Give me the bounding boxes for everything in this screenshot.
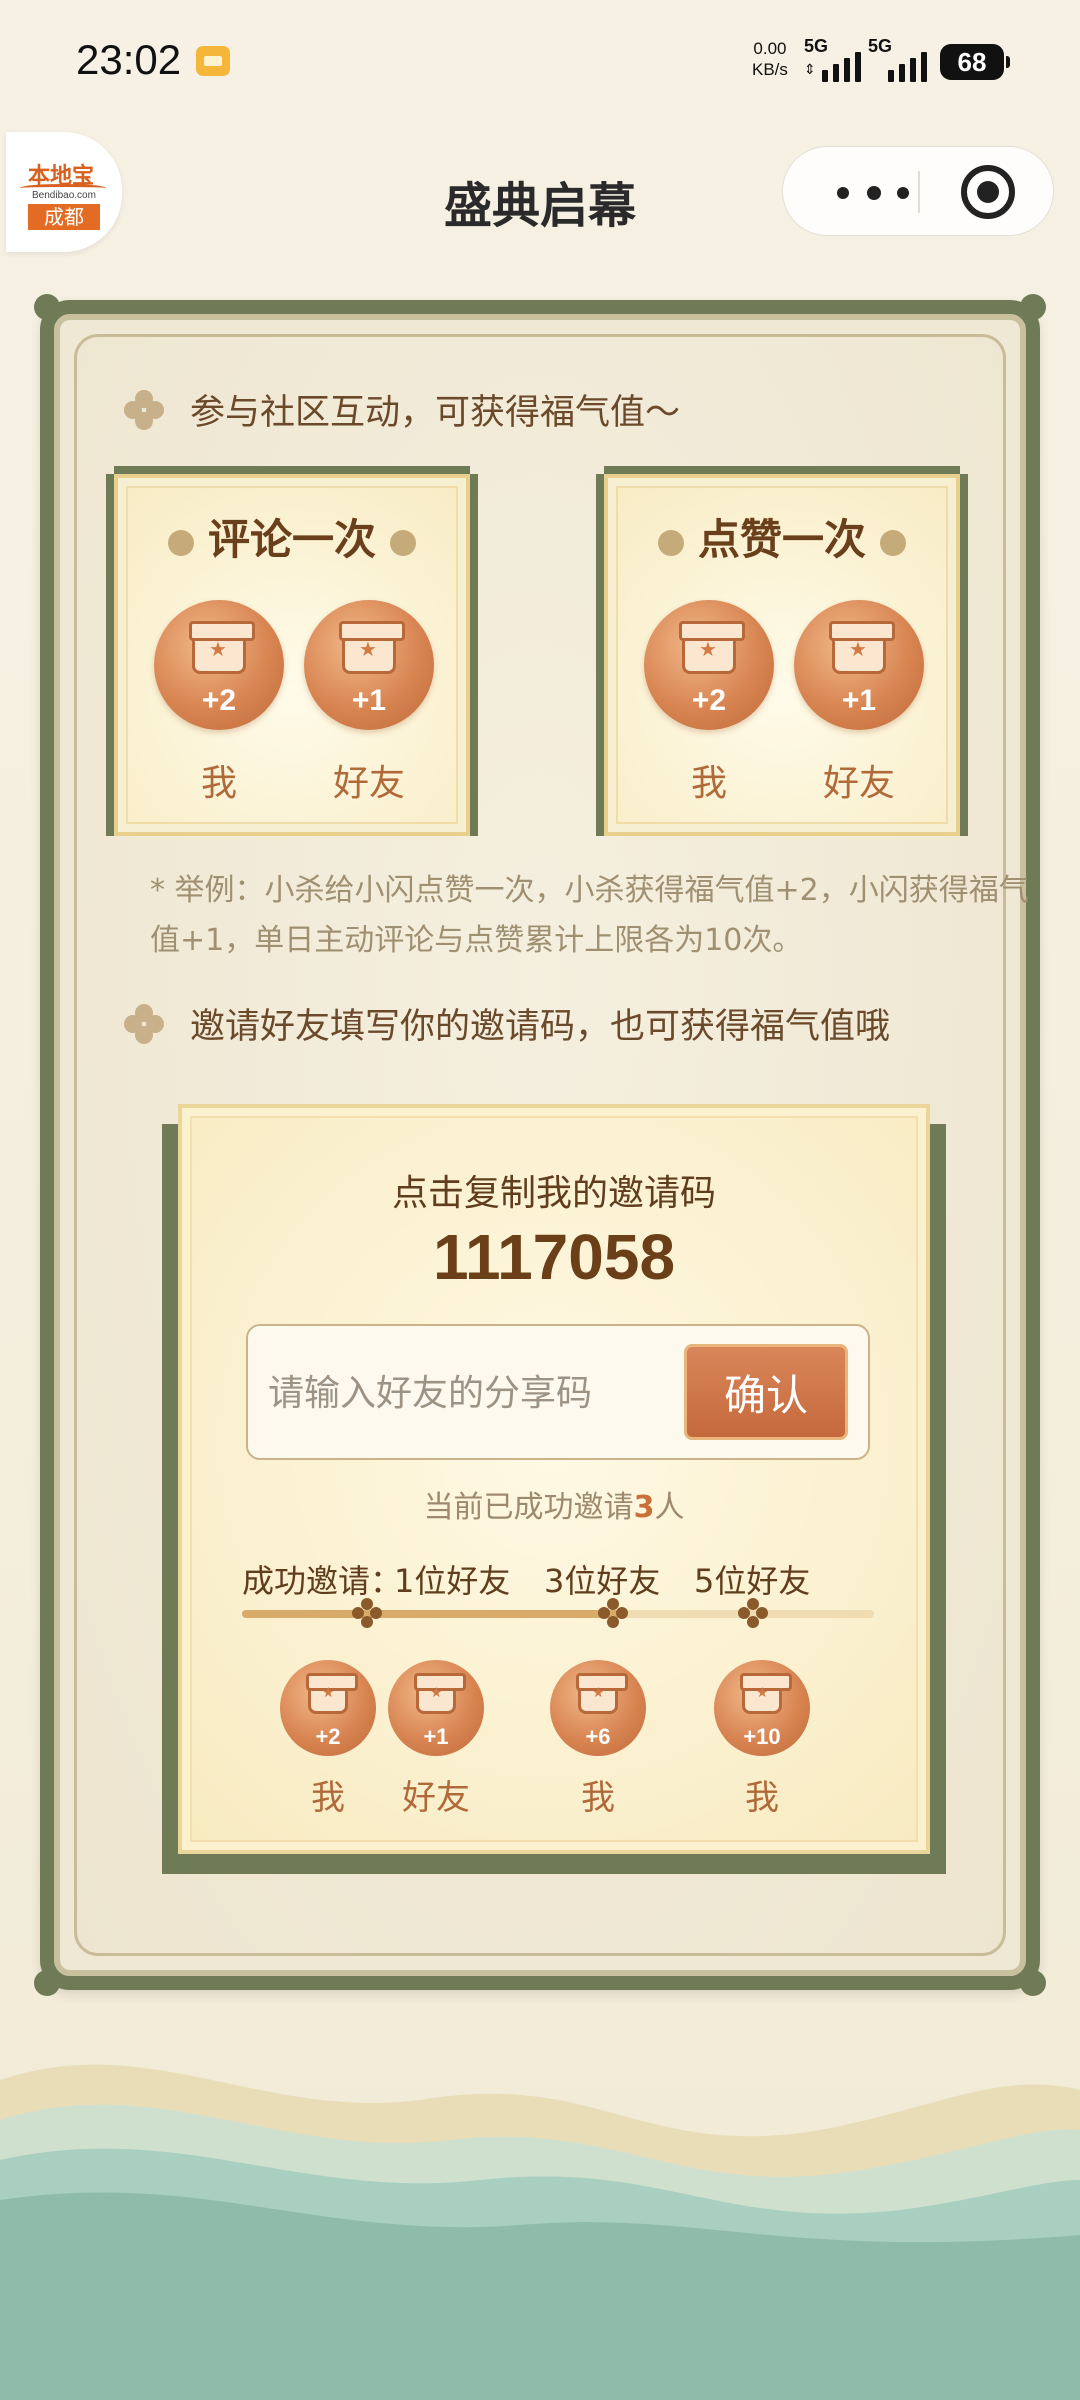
gift-box-shape [829,621,895,674]
reward-recipient-label: 我 [745,1778,779,1818]
reward-value: +6 [585,1724,611,1749]
milestone-label: 成功邀请： [242,1562,403,1600]
gift-box-shape [576,1673,628,1714]
share-code-input[interactable] [268,1356,658,1430]
reward-value: +1 [841,684,877,717]
section-heading-invite: 邀请好友填写你的邀请码，也可获得福气值哦 [124,998,890,1049]
gift-box-icon: +1 [794,600,924,730]
reward-value: +2 [315,1724,341,1749]
reward-value: +2 [691,684,727,717]
data-arrows-icon: ⇕ [804,62,816,78]
invite-progress-track [242,1598,874,1628]
copy-code-label[interactable]: 点击复制我的邀请码 [182,1164,926,1216]
frame-corner [34,1970,60,1996]
reward-card-like: 点赞一次 +2 +1 我 好友 [604,474,960,836]
gift-box-icon: +2 [154,600,284,730]
gift-box-icon: +1 [388,1660,484,1756]
ornament-icon [167,529,194,556]
status-bar: 23:02 0.00 KB/s 5G ⇕ 5G 68 [0,0,1080,120]
network-speed: 0.00 KB/s [752,38,788,80]
signal-icon [822,50,861,82]
frame-corner [34,294,60,320]
invited-prefix: 当前已成功邀请 [423,1490,634,1525]
example-note: * 举例：小杀给小闪点赞一次，小杀获得福气值+2，小闪获得福气值+1，单日主动评… [150,873,1029,958]
status-time: 23:02 [76,36,182,83]
reward-recipient-label: 我 [200,763,237,804]
card-title: 点赞一次 [608,506,956,567]
gift-box-icon: +6 [550,1660,646,1756]
card-title: 评论一次 [118,506,466,567]
ornament-icon [657,529,684,556]
invite-progress-fill [242,1610,622,1618]
wave-illustration [0,2064,1080,2400]
clover-icon [124,389,164,430]
card-title-text: 评论一次 [207,515,376,564]
gift-box-shape [679,621,745,674]
speed-unit: KB/s [752,60,788,79]
battery-icon: 68 [940,44,1010,80]
gift-box-shape [339,621,405,674]
section-heading-text: 参与社区互动，可获得福气值～ [190,393,681,433]
invited-suffix: 人 [654,1490,685,1525]
gift-box-shape [414,1673,466,1714]
reward-card-comment: 评论一次 +2 +1 我 好友 [114,474,470,836]
invited-count: 3 [633,1490,655,1525]
gift-box-shape [189,621,255,674]
frame-corner [1020,294,1046,320]
reward-recipient-label: 好友 [402,1778,470,1818]
more-icon[interactable] [823,167,923,217]
reward-value: +10 [743,1724,781,1749]
gift-box-icon: +2 [644,600,774,730]
invited-count-text: 当前已成功邀请3人 [182,1482,926,1526]
section-heading-interaction: 参与社区互动，可获得福气值～ [124,384,680,435]
reward-recipient-label: 我 [690,763,727,804]
clover-icon [124,1003,164,1044]
gift-box-icon: +1 [304,600,434,730]
section-heading-text: 邀请好友填写你的邀请码，也可获得福气值哦 [190,1007,891,1047]
reward-value: +1 [423,1724,449,1749]
ornament-icon [880,529,906,556]
milestone-node-icon [598,1598,628,1628]
close-capsule-icon[interactable] [961,165,1015,219]
speed-value: 0.00 [753,39,787,58]
reward-recipient-label: 好友 [822,763,895,804]
reward-recipient-label: 好友 [332,763,405,804]
milestone-node-icon [352,1598,382,1628]
share-code-row: 确认 [246,1324,870,1460]
reward-value: +2 [201,684,237,717]
gift-box-shape [740,1673,792,1714]
ornament-icon [390,529,416,556]
activity-frame: 参与社区互动，可获得福气值～ 评论一次 +2 +1 我 好友 点赞一次 +2 +… [34,294,1046,1996]
capsule-divider [918,171,920,213]
gift-box-icon: +10 [714,1660,810,1756]
gift-box-shape [306,1673,358,1714]
nav-bar: 本地宝 Bendibao.com 成都 盛典启幕 [0,130,1080,260]
signal-icon-2 [888,50,927,82]
bottom-wave-decoration [0,2010,1080,2400]
card-title-text: 点赞一次 [697,515,866,564]
milestone-node-icon [738,1598,768,1628]
gift-box-icon: +2 [280,1660,376,1756]
notification-icon [196,46,230,76]
invite-card: 点击复制我的邀请码 1117058 确认 当前已成功邀请3人 成功邀请： 1位好… [178,1104,930,1854]
reward-recipient-label: 我 [581,1778,615,1818]
invite-code[interactable]: 1117058 [182,1220,926,1294]
milestone-3: 3位好友 [544,1562,661,1600]
confirm-button[interactable]: 确认 [684,1344,848,1440]
reward-recipient-label: 我 [311,1778,345,1818]
milestone-5: 5位好友 [694,1562,811,1600]
milestone-1: 1位好友 [394,1562,511,1600]
mini-program-capsule [782,146,1054,236]
frame-corner [1020,1970,1046,1996]
reward-value: +1 [351,684,387,717]
